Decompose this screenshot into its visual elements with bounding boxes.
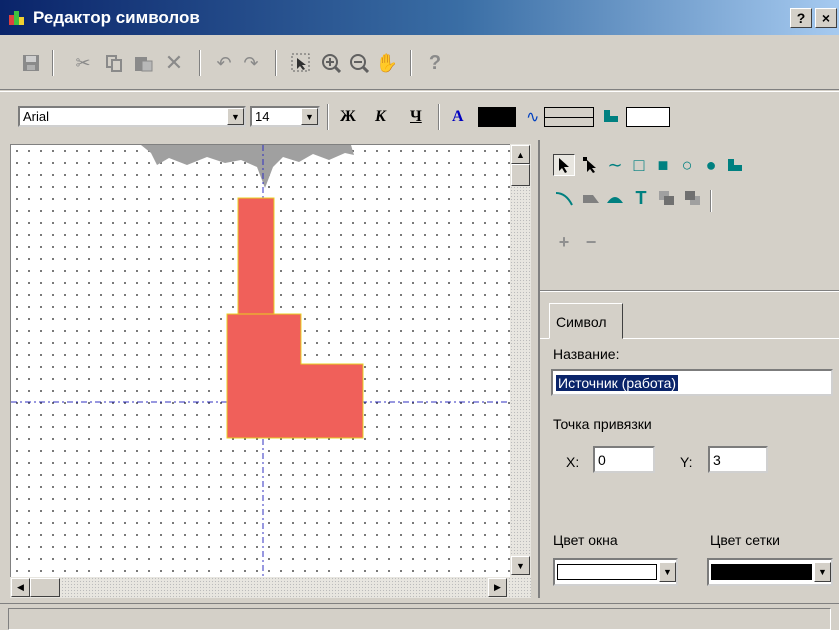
scroll-up-button[interactable]: ▲ bbox=[511, 145, 530, 164]
text-color-swatch[interactable] bbox=[478, 107, 516, 127]
line-style-icon[interactable]: ∿ bbox=[526, 107, 539, 127]
remove-node-icon[interactable]: − bbox=[580, 231, 602, 253]
app-icon bbox=[9, 10, 27, 25]
title-bar: Редактор символов ? × bbox=[0, 0, 839, 35]
drawing-canvas[interactable] bbox=[10, 144, 510, 577]
redo-icon[interactable]: ↷ bbox=[240, 52, 262, 74]
cut-icon[interactable]: ✂ bbox=[72, 52, 94, 74]
zoom-in-icon[interactable] bbox=[320, 52, 342, 74]
anchor-point-label: Точка привязки bbox=[553, 416, 652, 432]
delete-icon[interactable]: ✕ bbox=[163, 50, 185, 75]
filled-polygon-icon[interactable] bbox=[580, 187, 602, 209]
fill-color-icon[interactable] bbox=[602, 108, 620, 127]
line-style-swatch[interactable] bbox=[544, 107, 594, 127]
close-button[interactable]: × bbox=[815, 8, 837, 28]
name-value: Источник (работа) bbox=[556, 374, 679, 391]
name-field[interactable]: Источник (работа) bbox=[551, 369, 833, 396]
window-color-select[interactable]: ▼ bbox=[553, 558, 678, 586]
toolbar-separator bbox=[710, 190, 712, 212]
undo-icon[interactable]: ↶ bbox=[213, 52, 235, 74]
font-family-select[interactable]: Arial ▼ bbox=[18, 106, 246, 127]
rectangle-icon[interactable]: □ bbox=[628, 154, 650, 176]
toolbar-separator bbox=[327, 104, 329, 130]
scroll-thumb[interactable] bbox=[30, 578, 60, 597]
tab-border bbox=[540, 338, 549, 339]
toolbar-separator bbox=[275, 50, 277, 76]
ellipse-icon[interactable]: ○ bbox=[676, 154, 698, 176]
bring-forward-icon[interactable] bbox=[656, 187, 678, 209]
y-field[interactable]: 3 bbox=[708, 446, 768, 473]
scroll-right-button[interactable]: ▶ bbox=[488, 578, 507, 597]
x-field[interactable]: 0 bbox=[593, 446, 655, 473]
copy-icon[interactable] bbox=[103, 52, 125, 74]
text-tool-icon[interactable]: T bbox=[630, 187, 652, 209]
main-toolbar: ✂ ✕ ↶ ↷ ✋ ? bbox=[0, 35, 839, 90]
polygon-icon[interactable] bbox=[724, 154, 746, 176]
format-toolbar: Arial ▼ 14 ▼ Ж К Ч A ∿ bbox=[0, 91, 839, 139]
cloud-shape bbox=[141, 145, 354, 188]
name-label: Название: bbox=[553, 346, 620, 362]
select-arrow-icon[interactable] bbox=[553, 154, 575, 176]
filled-ellipse-icon[interactable]: ● bbox=[700, 154, 722, 176]
tab-symbol[interactable]: Символ bbox=[549, 303, 623, 339]
status-bar bbox=[0, 603, 839, 630]
window-color-label: Цвет окна bbox=[553, 532, 618, 548]
polyline-icon[interactable]: ∼ bbox=[604, 154, 626, 176]
zoom-out-icon[interactable] bbox=[348, 52, 370, 74]
chevron-down-icon[interactable]: ▼ bbox=[301, 108, 318, 125]
filled-arc-icon[interactable] bbox=[604, 187, 626, 209]
send-backward-icon[interactable] bbox=[682, 187, 704, 209]
fill-color-swatch[interactable] bbox=[626, 107, 670, 127]
tab-border bbox=[623, 338, 839, 339]
status-panel bbox=[8, 608, 831, 630]
node-select-icon[interactable] bbox=[580, 154, 602, 176]
filled-rectangle-icon[interactable]: ■ bbox=[652, 154, 674, 176]
help-title-button[interactable]: ? bbox=[790, 8, 812, 28]
y-label: Y: bbox=[680, 454, 693, 470]
add-node-icon[interactable]: + bbox=[553, 231, 575, 253]
scroll-thumb[interactable] bbox=[511, 164, 530, 186]
symbol-shape-stem[interactable] bbox=[237, 197, 275, 315]
text-color-icon[interactable]: A bbox=[452, 108, 464, 126]
save-icon[interactable] bbox=[20, 52, 42, 74]
pan-hand-icon[interactable]: ✋ bbox=[376, 52, 398, 74]
font-size-value: 14 bbox=[255, 109, 270, 124]
grid-color-select[interactable]: ▼ bbox=[707, 558, 833, 586]
toolbar-separator bbox=[199, 50, 201, 76]
window-title: Редактор символов bbox=[33, 7, 200, 27]
symbol-shape-base[interactable] bbox=[226, 313, 364, 439]
paste-icon[interactable] bbox=[133, 52, 155, 74]
toolbar-separator bbox=[410, 50, 412, 76]
horizontal-scrollbar[interactable]: ◀ ▶ bbox=[10, 577, 531, 598]
window-color-swatch bbox=[557, 564, 657, 580]
italic-button[interactable]: К bbox=[375, 108, 386, 126]
tab-symbol-label: Символ bbox=[556, 314, 607, 330]
bold-button[interactable]: Ж bbox=[340, 108, 356, 126]
canvas-drawing bbox=[11, 145, 510, 577]
x-value: 0 bbox=[598, 451, 606, 468]
panel-divider bbox=[540, 291, 839, 292]
select-area-icon[interactable] bbox=[290, 52, 312, 74]
arc-icon[interactable] bbox=[553, 187, 575, 209]
y-value: 3 bbox=[713, 451, 721, 468]
grid-color-swatch bbox=[711, 564, 812, 580]
font-family-value: Arial bbox=[23, 109, 50, 124]
chevron-down-icon[interactable]: ▼ bbox=[227, 108, 244, 125]
grid-color-label: Цвет сетки bbox=[710, 532, 780, 548]
scroll-down-button[interactable]: ▼ bbox=[511, 556, 530, 575]
help-icon[interactable]: ? bbox=[424, 52, 446, 74]
vertical-scrollbar[interactable]: ▲ ▼ bbox=[510, 144, 531, 577]
scroll-left-button[interactable]: ◀ bbox=[11, 578, 30, 597]
toolbar-separator bbox=[438, 104, 440, 130]
chevron-down-icon[interactable]: ▼ bbox=[659, 562, 676, 582]
x-label: X: bbox=[566, 454, 580, 470]
chevron-down-icon[interactable]: ▼ bbox=[814, 562, 831, 582]
underline-button[interactable]: Ч bbox=[410, 108, 422, 126]
font-size-select[interactable]: 14 ▼ bbox=[250, 106, 320, 127]
toolbar-separator bbox=[52, 50, 54, 76]
